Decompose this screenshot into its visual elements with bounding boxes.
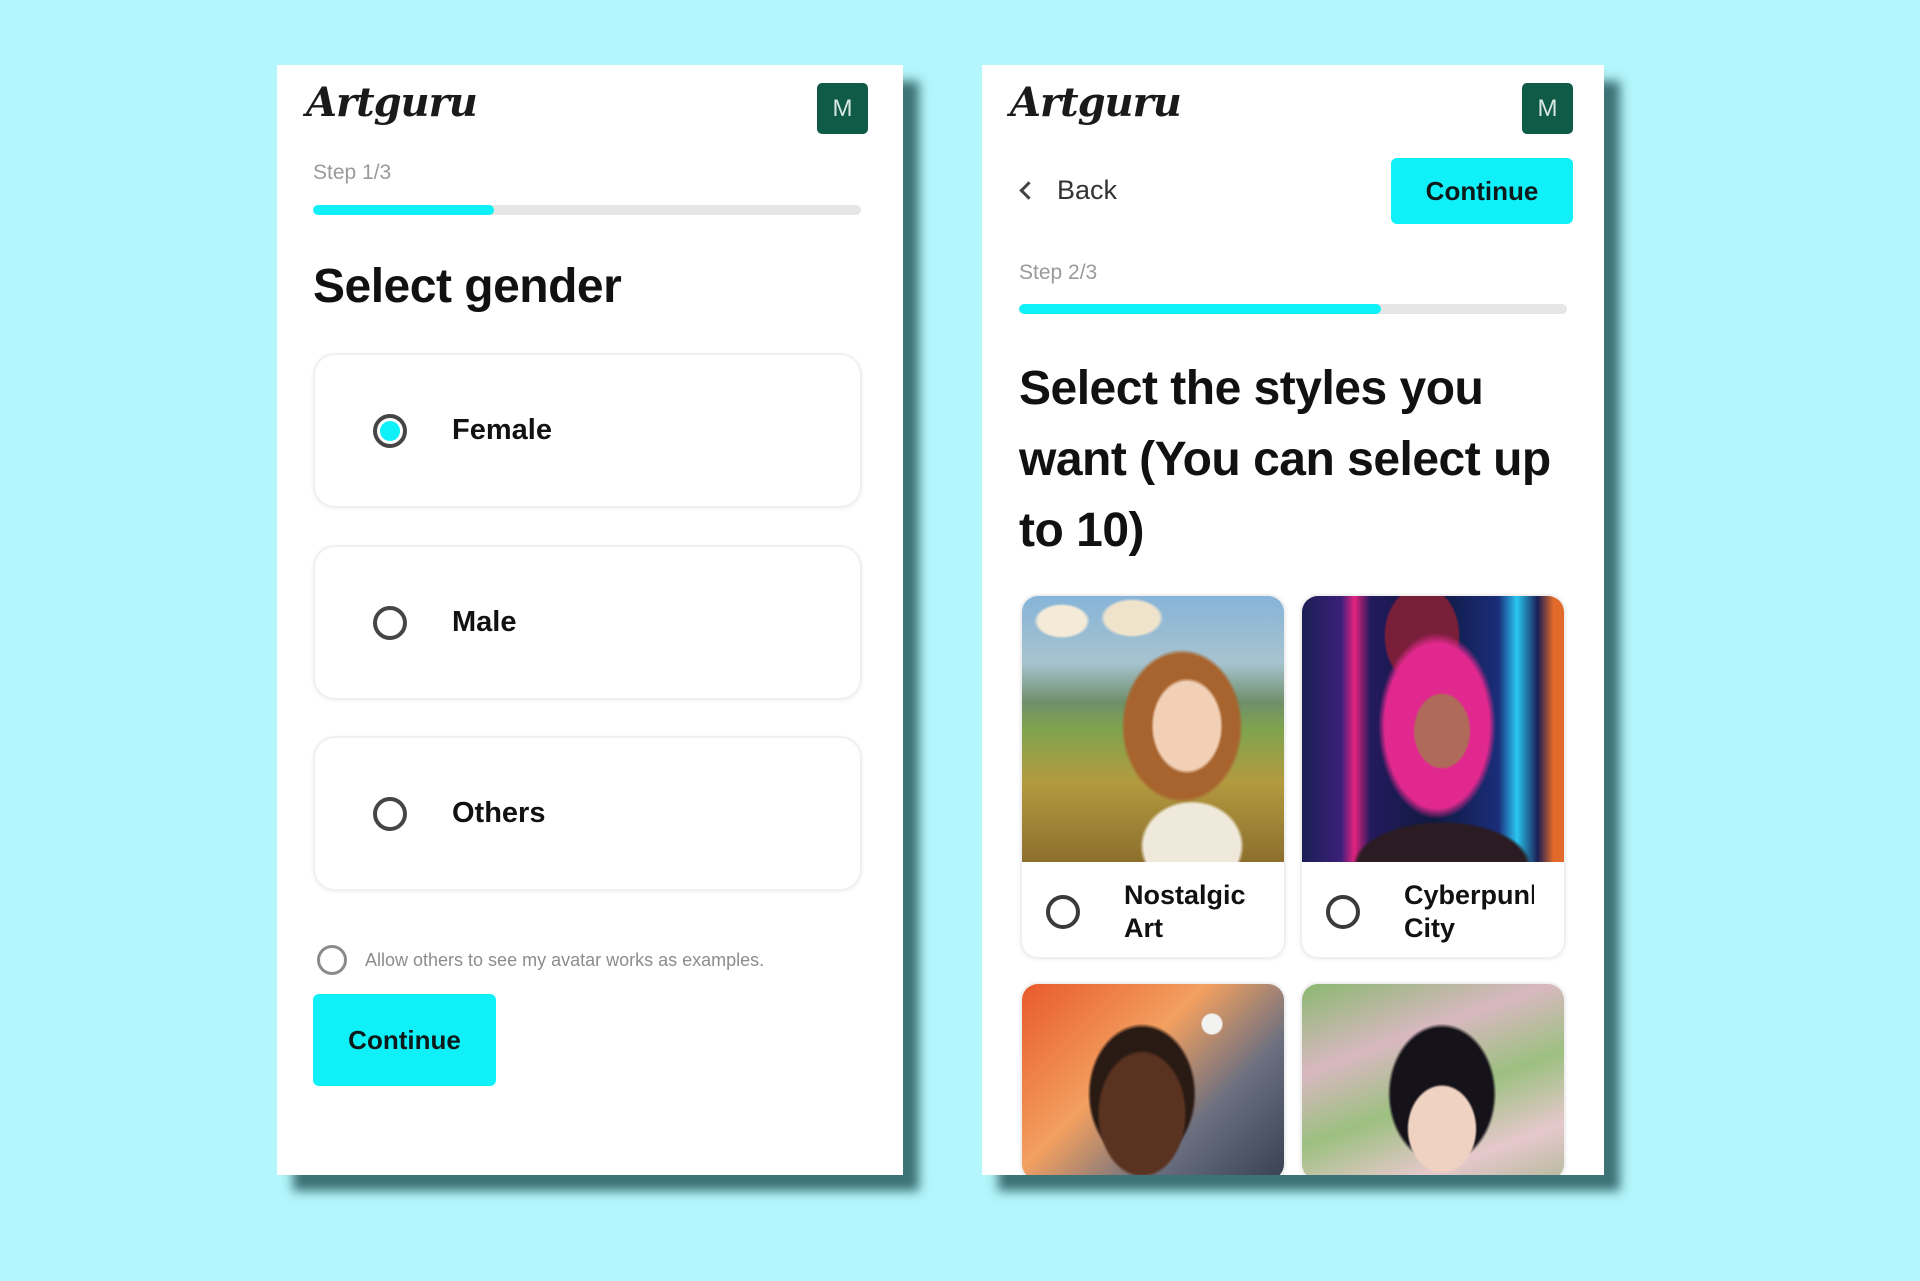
consent-label: Allow others to see my avatar works as e…: [365, 949, 765, 970]
style-card-nostalgic-art[interactable]: Nostalgic Art: [1020, 594, 1286, 959]
step-progress-fill: [313, 205, 494, 215]
step-progress-bar: [1019, 304, 1567, 314]
gender-option-male[interactable]: Male: [313, 545, 862, 700]
style-step-screen: Artguru M Back Continue Step 2/3 Select …: [982, 65, 1604, 1175]
style-preview-image: [1302, 596, 1564, 862]
continue-button[interactable]: Continue: [313, 994, 496, 1086]
gender-option-others[interactable]: Others: [313, 736, 862, 891]
artguru-logo[interactable]: Artguru: [1010, 79, 1182, 126]
continue-button[interactable]: Continue: [1391, 158, 1573, 224]
consent-radio-icon[interactable]: [317, 945, 347, 975]
gender-option-label: Others: [452, 797, 546, 829]
artguru-logo[interactable]: Artguru: [306, 79, 478, 126]
radio-button-icon[interactable]: [373, 413, 407, 448]
user-avatar[interactable]: M: [1522, 83, 1573, 134]
user-avatar[interactable]: M: [817, 83, 868, 134]
style-name: Nostalgic Art: [1124, 879, 1246, 943]
gender-option-label: Female: [452, 414, 552, 446]
back-label: Back: [1057, 175, 1118, 205]
style-preview-image: [1302, 984, 1564, 1175]
step-indicator: Step 1/3: [313, 161, 392, 184]
style-card-cyberpunk-city[interactable]: Cyberpunk City: [1300, 594, 1566, 959]
back-button[interactable]: Back: [1018, 175, 1117, 206]
gender-option-female[interactable]: Female: [313, 353, 862, 508]
style-card[interactable]: [1300, 982, 1566, 1175]
step-indicator: Step 2/3: [1019, 261, 1098, 284]
page-title: Select the styles you want (You can sele…: [1019, 362, 1551, 557]
page-title: Select gender: [313, 260, 622, 313]
style-preview-image: [1022, 984, 1284, 1175]
radio-button-icon[interactable]: [373, 796, 407, 831]
style-card[interactable]: [1020, 982, 1286, 1175]
radio-button-icon[interactable]: [1046, 894, 1080, 929]
chevron-left-icon: [1019, 181, 1038, 200]
share-consent-option[interactable]: Allow others to see my avatar works as e…: [317, 945, 764, 975]
gender-step-screen: Artguru M Step 1/3 Select gender Female …: [277, 65, 903, 1175]
radio-button-icon[interactable]: [1326, 894, 1360, 929]
style-name: Cyberpunk City: [1404, 879, 1534, 943]
style-preview-image: [1022, 596, 1284, 862]
step-progress-bar: [313, 205, 861, 215]
step-progress-fill: [1019, 304, 1381, 314]
gender-option-label: Male: [452, 606, 517, 638]
radio-button-icon[interactable]: [373, 605, 407, 640]
